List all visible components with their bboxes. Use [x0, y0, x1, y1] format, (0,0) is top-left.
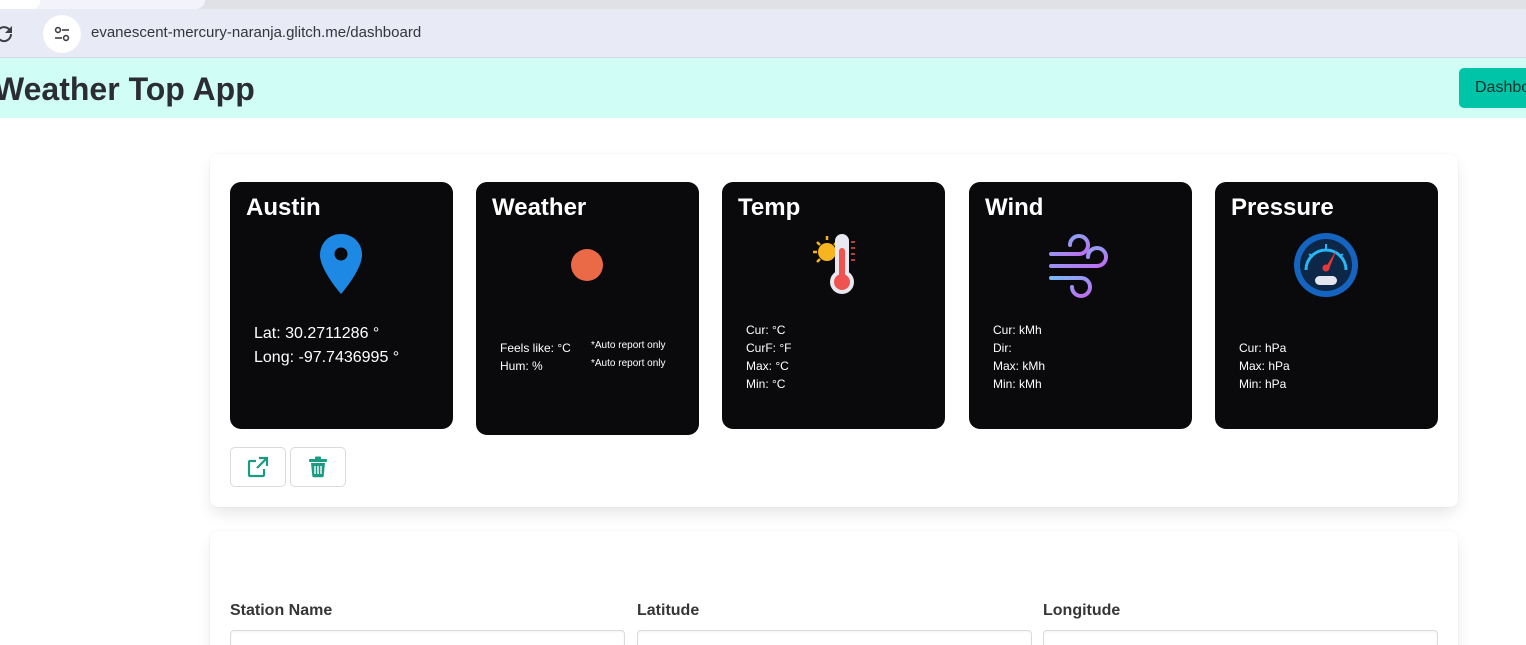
add-station-form: Station Name Latitude Longitude — [210, 531, 1458, 645]
latitude-value: Lat: 30.2711286 ° — [254, 325, 380, 342]
temp-max: Max: °C — [746, 359, 789, 373]
thermometer-sun-icon — [810, 232, 860, 303]
app-brand-title[interactable]: Weather Top App — [0, 71, 255, 108]
weather-card: Weather Feels like: °C Hum: % *Auto repo… — [476, 182, 699, 435]
reload-icon[interactable] — [0, 22, 16, 46]
temp-card-title: Temp — [738, 194, 801, 221]
latitude-label: Latitude — [637, 602, 700, 619]
auto-report-note: *Auto report only — [591, 340, 666, 351]
latitude-input[interactable] — [637, 630, 1032, 645]
temp-card: Temp Cur: °C CurF: °F Max: °C Min: °C — [722, 182, 945, 429]
wind-current: Cur: kMh — [993, 323, 1042, 337]
map-pin-icon — [318, 232, 364, 301]
app-navbar: Weather Top App Dashboard — [0, 58, 1526, 118]
browser-tab-strip — [0, 0, 1526, 9]
pressure-max: Max: hPa — [1239, 359, 1290, 373]
pressure-min: Min: hPa — [1239, 377, 1287, 391]
wind-direction: Dir: — [993, 341, 1012, 355]
auto-report-note: *Auto report only — [591, 358, 666, 369]
browser-tab-previous[interactable] — [0, 0, 40, 9]
weather-status-dot-icon — [571, 249, 603, 286]
external-link-icon — [247, 456, 269, 478]
wind-max: Max: kMh — [993, 359, 1046, 373]
longitude-value: Long: -97.7436995 ° — [254, 349, 400, 366]
browser-toolbar: evanescent-mercury-naranja.glitch.me/das… — [0, 9, 1526, 58]
wind-min: Min: kMh — [993, 377, 1042, 391]
temp-min: Min: °C — [746, 377, 786, 391]
dashboard-button[interactable]: Dashboard — [1459, 68, 1526, 108]
humidity-value: Hum: % — [500, 359, 543, 373]
gauge-icon — [1293, 232, 1359, 303]
wind-card: Wind Cur: kMh Dir: Max: kMh Min: kMh — [969, 182, 1192, 429]
pressure-card-title: Pressure — [1231, 194, 1334, 221]
address-bar-url[interactable]: evanescent-mercury-naranja.glitch.me/das… — [91, 24, 421, 41]
wind-readings: Cur: kMh Dir: Max: kMh Min: kMh — [993, 321, 1045, 393]
auto-report-notes: *Auto report only *Auto report only — [591, 337, 666, 373]
wind-icon — [1047, 232, 1115, 303]
station-name-title: Austin — [246, 194, 321, 221]
weather-card-title: Weather — [492, 194, 587, 221]
station-summary-box: Austin Lat: 30.2711286 ° Long: -97.74369… — [210, 154, 1458, 507]
temp-current-f: CurF: °F — [746, 341, 792, 355]
site-settings-icon[interactable] — [43, 15, 81, 53]
pressure-readings: Cur: hPa Max: hPa Min: hPa — [1239, 339, 1290, 393]
longitude-input[interactable] — [1043, 630, 1438, 645]
trash-icon — [309, 456, 327, 478]
pressure-card: Pressure Cur: hPa Max: hPa Min: hPa — [1215, 182, 1438, 429]
location-card: Austin Lat: 30.2711286 ° Long: -97.74369… — [230, 182, 453, 429]
longitude-label: Longitude — [1043, 602, 1121, 619]
station-name-label: Station Name — [230, 602, 333, 619]
feels-like-value: Feels like: °C — [500, 341, 571, 355]
pressure-current: Cur: hPa — [1239, 341, 1287, 355]
weather-readings: Feels like: °C Hum: % — [500, 339, 571, 375]
coordinates-block: Lat: 30.2711286 ° Long: -97.7436995 ° — [254, 322, 399, 370]
delete-station-button[interactable] — [290, 447, 346, 487]
open-station-button[interactable] — [230, 447, 286, 487]
temp-readings: Cur: °C CurF: °F Max: °C Min: °C — [746, 321, 791, 393]
station-name-input[interactable] — [230, 630, 625, 645]
wind-card-title: Wind — [985, 194, 1044, 221]
browser-tab-active[interactable] — [0, 0, 205, 9]
temp-current-c: Cur: °C — [746, 323, 786, 337]
